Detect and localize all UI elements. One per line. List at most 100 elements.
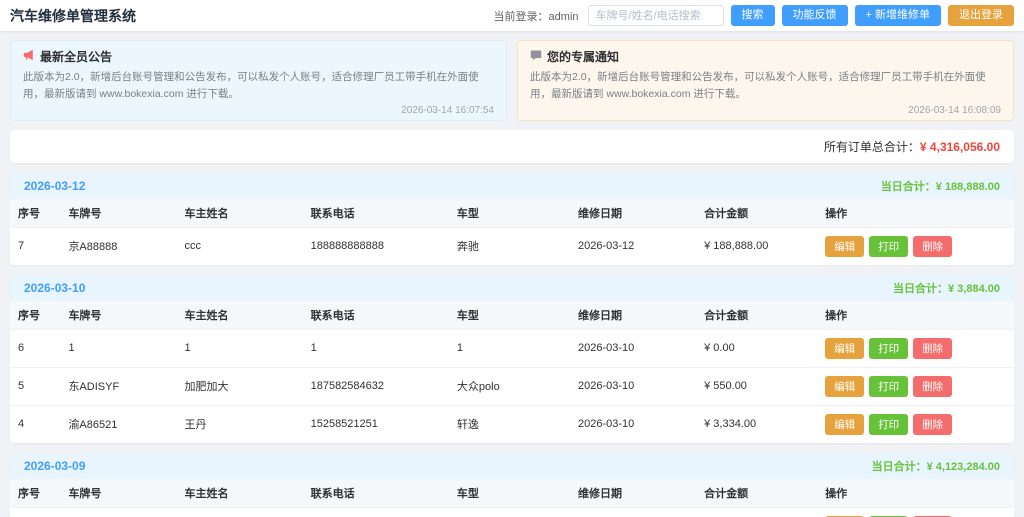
column-header: 操作	[817, 479, 1014, 508]
column-header: 车主姓名	[176, 301, 302, 330]
group-total-amount: ¥ 188,888.00	[936, 181, 1000, 193]
cell-repair-date: 2026-03-10	[570, 329, 696, 367]
group-total-label: 当日合计：	[893, 283, 948, 295]
delete-button[interactable]: 删除	[913, 236, 952, 257]
cell-index: 6	[10, 329, 60, 367]
print-button[interactable]: 打印	[869, 236, 908, 257]
search-button[interactable]: 搜索	[731, 5, 775, 26]
cell-amount: ¥ 550.00	[696, 367, 817, 405]
column-header: 合计金额	[696, 301, 817, 330]
edit-button[interactable]: 编辑	[825, 338, 864, 359]
cell-index: 7	[10, 227, 60, 265]
top-bar: 汽车维修单管理系统 当前登录：admin 搜索 功能反馈 + 新增维修单 退出登…	[0, 0, 1024, 31]
cell-phone: 15258521251	[303, 405, 449, 443]
orders-table: 序号车牌号车主姓名联系电话车型维修日期合计金额操作 611112026-03-1…	[10, 301, 1014, 443]
current-login: 当前登录：admin	[494, 8, 579, 24]
column-header: 联系电话	[303, 199, 449, 228]
column-header: 合计金额	[696, 199, 817, 228]
table-header-row: 序号车牌号车主姓名联系电话车型维修日期合计金额操作	[10, 301, 1014, 330]
group-total-label: 当日合计：	[872, 461, 927, 473]
cell-phone: 188888888888	[303, 227, 449, 265]
feedback-button[interactable]: 功能反馈	[782, 5, 848, 26]
column-header: 车主姓名	[176, 479, 302, 508]
column-header: 维修日期	[570, 301, 696, 330]
logout-button[interactable]: 退出登录	[948, 5, 1014, 26]
cell-actions: 编辑打印删除	[817, 227, 1014, 265]
edit-button[interactable]: 编辑	[825, 414, 864, 435]
app-title: 汽车维修单管理系统	[10, 6, 136, 26]
column-header: 联系电话	[303, 479, 449, 508]
column-header: 车型	[449, 479, 570, 508]
cell-model: 轩逸	[449, 405, 570, 443]
add-repair-order-button[interactable]: + 新增维修单	[855, 5, 941, 26]
cell-phone: 18545854569	[303, 507, 449, 517]
grand-total-label: 所有订单总合计：	[824, 140, 920, 154]
date-group-header: 2026-03-10 当日合计：¥ 3,884.00	[10, 275, 1014, 301]
print-button[interactable]: 打印	[869, 376, 908, 397]
group-date: 2026-03-10	[24, 281, 85, 295]
cell-index: 3	[10, 507, 60, 517]
column-header: 车牌号	[60, 301, 176, 330]
cell-actions: 编辑打印删除	[817, 329, 1014, 367]
cell-phone: 187582584632	[303, 367, 449, 405]
column-header: 序号	[10, 479, 60, 508]
cell-plate: 渝A86521	[60, 405, 176, 443]
search-input[interactable]	[588, 5, 724, 26]
cell-repair-date: 2026-03-10	[570, 405, 696, 443]
print-button[interactable]: 打印	[869, 414, 908, 435]
column-header: 合计金额	[696, 479, 817, 508]
edit-button[interactable]: 编辑	[825, 376, 864, 397]
group-total-label: 当日合计：	[881, 181, 936, 193]
date-group: 2026-03-12 当日合计：¥ 188,888.00 序号车牌号车主姓名联系…	[10, 173, 1014, 265]
column-header: 序号	[10, 199, 60, 228]
grand-total-bar: 所有订单总合计：¥ 4,316,056.00	[10, 130, 1014, 163]
cell-model: 大众polo	[449, 367, 570, 405]
print-button[interactable]: 打印	[869, 338, 908, 359]
cell-amount: ¥ 3,334.00	[696, 405, 817, 443]
order-groups: 2026-03-12 当日合计：¥ 188,888.00 序号车牌号车主姓名联系…	[0, 173, 1024, 517]
personal-notice-title: 您的专属通知	[547, 48, 619, 65]
announcement-title: 最新全员公告	[40, 48, 112, 65]
cell-plate: 1	[60, 329, 176, 367]
announcement-time: 2026-03-14 16:07:54	[23, 105, 494, 116]
grand-total-amount: ¥ 4,316,056.00	[920, 140, 1000, 154]
delete-button[interactable]: 删除	[913, 376, 952, 397]
cell-plate: 东ADISYF	[60, 367, 176, 405]
table-row: 4渝A86521王丹15258521251轩逸2026-03-10¥ 3,334…	[10, 405, 1014, 443]
date-group: 2026-03-10 当日合计：¥ 3,884.00 序号车牌号车主姓名联系电话…	[10, 275, 1014, 443]
message-icon	[530, 49, 542, 64]
cell-amount: ¥ 60,342.00	[696, 507, 817, 517]
announcement-content: 此版本为2.0，新增后台账号管理和公告发布，可以私发个人账号，适合修理厂员工带手…	[23, 69, 494, 103]
cell-amount: ¥ 188,888.00	[696, 227, 817, 265]
orders-table: 序号车牌号车主姓名联系电话车型维修日期合计金额操作 7京A88888ccc188…	[10, 199, 1014, 265]
table-row: 5东ADISYF加肥加大187582584632大众polo2026-03-10…	[10, 367, 1014, 405]
personal-notice-header: 您的专属通知	[530, 48, 1001, 65]
cell-actions: 编辑打印删除	[817, 367, 1014, 405]
cell-repair-date: 2026-03-12	[570, 227, 696, 265]
cell-owner: 加肥加大	[176, 367, 302, 405]
cell-amount: ¥ 0.00	[696, 329, 817, 367]
delete-button[interactable]: 删除	[913, 414, 952, 435]
column-header: 序号	[10, 301, 60, 330]
cell-model: 1	[449, 329, 570, 367]
cell-repair-date: 2026-03-09	[570, 507, 696, 517]
column-header: 车型	[449, 199, 570, 228]
table-header-row: 序号车牌号车主姓名联系电话车型维修日期合计金额操作	[10, 479, 1014, 508]
notice-cards: 最新全员公告 此版本为2.0，新增后台账号管理和公告发布，可以私发个人账号，适合…	[0, 31, 1024, 121]
cell-owner: 1	[176, 329, 302, 367]
edit-button[interactable]: 编辑	[825, 236, 864, 257]
cell-model: 奔驰	[449, 227, 570, 265]
cell-owner: 博客侠	[176, 507, 302, 517]
group-daily-total: 当日合计：¥ 3,884.00	[893, 280, 1000, 296]
date-group-header: 2026-03-09 当日合计：¥ 4,123,284.00	[10, 453, 1014, 479]
cell-repair-date: 2026-03-10	[570, 367, 696, 405]
delete-button[interactable]: 删除	[913, 338, 952, 359]
announcement-header: 最新全员公告	[23, 48, 494, 65]
column-header: 车型	[449, 301, 570, 330]
group-date: 2026-03-12	[24, 179, 85, 193]
column-header: 联系电话	[303, 301, 449, 330]
cell-owner: 王丹	[176, 405, 302, 443]
group-daily-total: 当日合计：¥ 4,123,284.00	[872, 458, 1000, 474]
top-bar-actions: 当前登录：admin 搜索 功能反馈 + 新增维修单 退出登录	[494, 5, 1014, 26]
orders-table: 序号车牌号车主姓名联系电话车型维修日期合计金额操作 3渝A88888博客侠185…	[10, 479, 1014, 517]
